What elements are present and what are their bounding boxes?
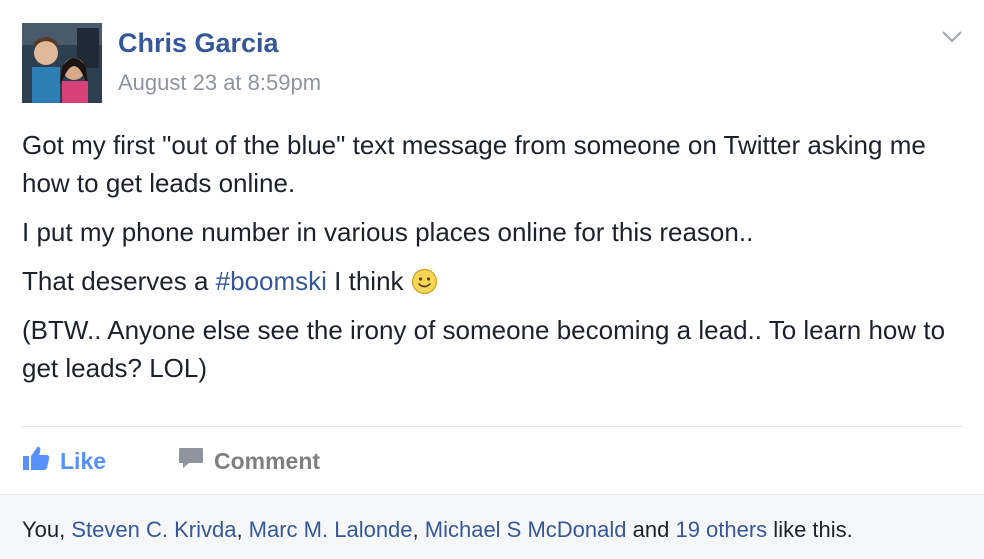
separator: and <box>626 517 676 542</box>
smiley-icon <box>411 267 438 295</box>
author-name[interactable]: Chris Garcia <box>118 28 279 59</box>
liker-link[interactable]: Marc M. Lalonde <box>249 517 413 542</box>
post-body: Got my first "out of the blue" text mess… <box>22 126 962 398</box>
paragraph-text: That deserves a <box>22 266 216 296</box>
separator: , <box>236 517 249 542</box>
liker-link[interactable]: Michael S McDonald <box>425 517 627 542</box>
likes-you: You <box>22 517 60 542</box>
paragraph-text: I think <box>326 266 411 296</box>
post-paragraph: Got my first "out of the blue" text mess… <box>22 130 926 198</box>
others-link[interactable]: 19 others <box>675 517 767 542</box>
chevron-down-icon[interactable] <box>941 30 963 44</box>
post-paragraph: I put my phone number in various places … <box>22 217 754 247</box>
likes-summary-bar: You, Steven C. Krivda, Marc M. Lalonde, … <box>0 494 984 559</box>
separator: , <box>59 517 72 542</box>
speech-bubble-icon <box>178 446 214 476</box>
post-timestamp[interactable]: August 23 at 8:59pm <box>118 70 321 96</box>
divider <box>22 426 962 427</box>
comment-button[interactable]: Comment <box>178 446 320 476</box>
like-label: Like <box>60 447 107 474</box>
liker-link[interactable]: Steven C. Krivda <box>71 517 236 542</box>
hashtag-link[interactable]: #boomski <box>216 266 327 296</box>
likes-suffix: like this. <box>767 517 853 542</box>
post-paragraph: That deserves a #boomski I think <box>22 262 962 300</box>
likes-summary: You, Steven C. Krivda, Marc M. Lalonde, … <box>22 517 853 543</box>
like-button[interactable]: Like <box>22 446 106 476</box>
author-avatar[interactable] <box>22 23 102 103</box>
separator: , <box>412 517 425 542</box>
thumbs-up-icon <box>22 445 60 477</box>
post-paragraph: (BTW.. Anyone else see the irony of some… <box>22 315 946 383</box>
comment-label: Comment <box>214 447 321 474</box>
